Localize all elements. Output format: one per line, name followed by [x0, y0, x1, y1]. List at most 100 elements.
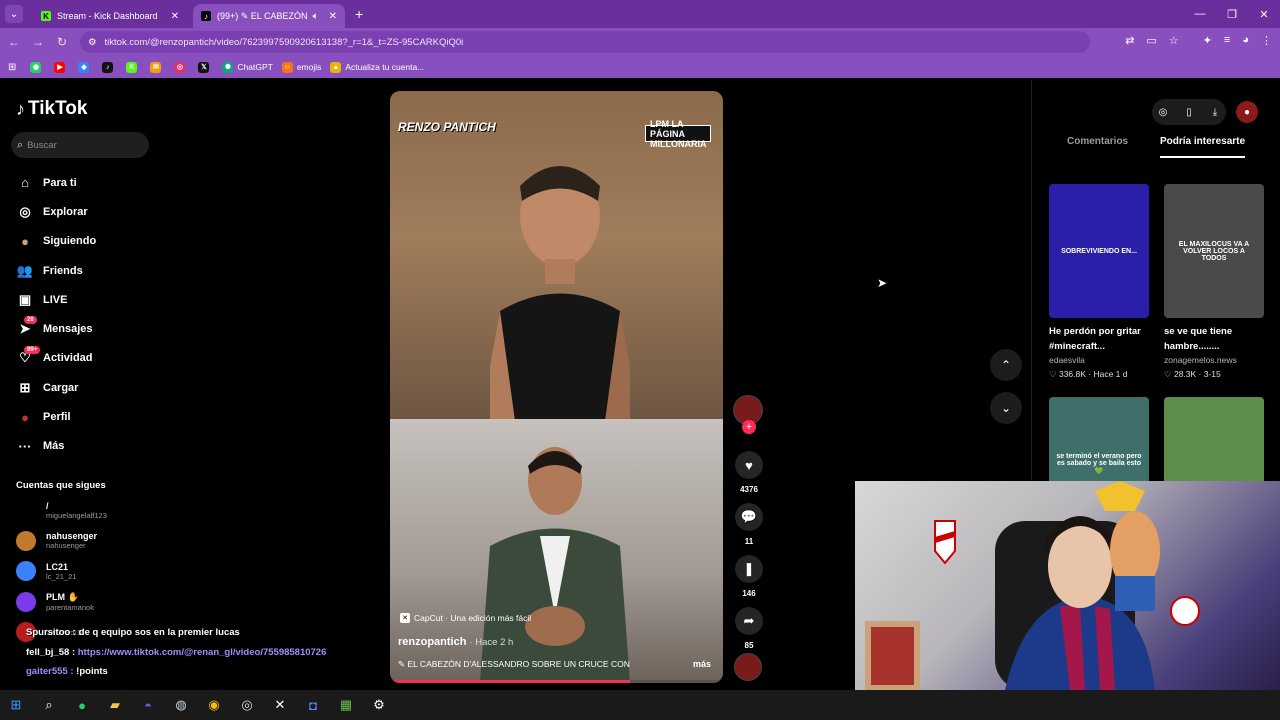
video-user: edaesvila	[1049, 355, 1085, 365]
bookmark-item[interactable]: ▶	[54, 61, 69, 73]
reload-button[interactable]: ↻	[50, 35, 74, 49]
chatgpt-icon: ✺	[222, 61, 234, 73]
sidebar-item-siguiendo[interactable]: ● Siguiendo	[16, 227, 96, 256]
user-avatar[interactable]: ●	[1236, 101, 1258, 123]
sidebar-item-mensajes[interactable]: ➤ Mensajes 26	[16, 314, 96, 343]
tiktok-logo[interactable]: ♪ TikTok	[16, 98, 87, 120]
recommended-video[interactable]: SOBREVIVIENDO EN... He perdón por gritar …	[1049, 184, 1149, 380]
comment-count: 11	[744, 537, 754, 546]
apps-icon[interactable]: ⊞	[8, 62, 16, 73]
bookmark-item[interactable]: ♪	[102, 61, 117, 73]
back-button[interactable]: ←	[2, 35, 26, 49]
recommended-video[interactable]: EL MAXILOCUS VA A VOLVER LOCOS A TODOS se…	[1164, 184, 1264, 380]
account-handle: miguelangelalf123	[46, 510, 107, 520]
star-icon[interactable]: ☆	[1169, 34, 1179, 47]
tab-comments[interactable]: Comentarios	[1040, 136, 1160, 158]
speaker-icon[interactable]: 🔈︎	[313, 11, 319, 22]
share-button[interactable]: ➦ 85	[733, 607, 765, 650]
windows-icon[interactable]: ⊞	[6, 695, 26, 715]
phone-icon[interactable]: ▯	[1178, 101, 1200, 123]
save-button[interactable]: ❚ 146	[733, 555, 765, 598]
video-player[interactable]: RENZO PANTICH LPM LA PÁGINA MILLONARIA ✕…	[390, 91, 723, 683]
video-progress-bar[interactable]	[390, 680, 723, 683]
like-button[interactable]: ♥ 4376	[733, 451, 765, 494]
discord-icon[interactable]: ◓	[138, 695, 158, 715]
chat-text: de q equipo sos en la premier lucas	[78, 627, 240, 638]
folder-icon[interactable]: ▰	[105, 695, 125, 715]
close-window-button[interactable]: ✕	[1248, 0, 1280, 28]
bookmark-item[interactable]: ◉	[30, 61, 45, 73]
search-icon[interactable]: ⌕	[39, 695, 59, 715]
bookmark-item[interactable]: 𝕏	[198, 61, 213, 73]
previous-video-button[interactable]: ⌃	[990, 349, 1022, 381]
cast-icon[interactable]: ▭	[1146, 34, 1156, 47]
close-icon[interactable]: ✕	[329, 11, 337, 22]
download-icon[interactable]: ⤓	[1204, 101, 1226, 123]
tab-search-button[interactable]: ⌄	[5, 5, 23, 23]
obs-icon[interactable]: ◎	[237, 695, 257, 715]
sidebar-item-parati[interactable]: ⌂ Para ti	[16, 168, 96, 197]
account-name: nahusenger	[46, 531, 98, 541]
profile-avatar[interactable]: ◕	[1242, 34, 1249, 47]
more-link[interactable]: más	[693, 659, 711, 669]
steam-icon[interactable]: ◍	[171, 695, 191, 715]
compass-icon[interactable]: ◎	[1152, 101, 1174, 123]
bookmark-item[interactable]: ◎	[174, 61, 189, 73]
video-thumbnail[interactable]: EL MAXILOCUS VA A VOLVER LOCOS A TODOS	[1164, 184, 1264, 318]
following-account[interactable]: nahusenger nahusenger	[16, 530, 98, 551]
chrome-icon[interactable]: ◉	[204, 695, 224, 715]
new-tab-button[interactable]: +	[355, 6, 363, 22]
sidebar-item-ms[interactable]: ··· Más	[16, 432, 96, 461]
upload-icon: ⊞	[19, 379, 31, 395]
follow-plus-icon[interactable]: +	[742, 420, 756, 434]
sidebar-item-friends[interactable]: 👥 Friends	[16, 256, 96, 285]
site-info-icon[interactable]: ⚙	[88, 37, 97, 48]
search-input[interactable]: ⌕ Buscar	[11, 132, 149, 158]
chat-message: gaiter555 : !points	[26, 662, 386, 682]
next-video-button[interactable]: ⌄	[990, 392, 1022, 424]
tab-tiktok-video[interactable]: ♪ (99+) ✎ EL CABEZÓN D' 🔈︎ ✕	[193, 4, 345, 28]
sidebar-item-cargar[interactable]: ⊞ Cargar	[16, 373, 96, 402]
video-author[interactable]: renzopantich · Hace 2 h	[398, 636, 513, 648]
spotify-icon[interactable]: ●	[72, 695, 92, 715]
chat-text[interactable]: https://www.tiktok.com/@renan_gl/video/7…	[78, 647, 327, 658]
bookmark-item[interactable]: ▲ Actualiza tu cuenta...	[330, 61, 424, 73]
sidebar-item-explorar[interactable]: ◎ Explorar	[16, 197, 96, 226]
restore-button[interactable]: ❐	[1216, 0, 1248, 28]
tab-recommended[interactable]: Podría interesarte	[1160, 136, 1246, 158]
sidebar-item-perfil[interactable]: ● Perfil	[16, 402, 96, 431]
chat-message: fell_bj_58 : https://www.tiktok.com/@ren…	[26, 643, 386, 663]
sidebar-item-live[interactable]: ▣ LIVE	[16, 285, 96, 314]
emoji-icon: ☺	[281, 61, 293, 73]
capcut-tag[interactable]: ✕ CapCut · Una edición más fácil	[400, 613, 531, 623]
sidebar-item-actividad[interactable]: ♡ Actividad 99+	[16, 344, 96, 373]
bookmark-item[interactable]: ◈	[78, 61, 93, 73]
close-icon[interactable]: ✕	[171, 11, 179, 22]
author-avatar[interactable]: +	[733, 395, 763, 434]
comment-button[interactable]: 💬 11	[733, 503, 765, 546]
video-actions: + ♥ 4376 💬 11 ❚ 146 ➦ 85	[733, 395, 765, 681]
bookmark-item[interactable]: ✉	[150, 61, 165, 73]
minecraft-icon[interactable]: ▦	[336, 695, 356, 715]
app-icon[interactable]: ◘	[303, 695, 323, 715]
capcut-icon[interactable]: ✕	[270, 695, 290, 715]
following-account[interactable]: PLM ✋ parentamanok	[16, 591, 94, 612]
bookmark-item[interactable]: ☺ emojis	[281, 61, 321, 73]
settings-icon[interactable]: ⚙	[369, 695, 389, 715]
account-name: PLM ✋	[46, 591, 79, 602]
address-bar[interactable]: ⚙ tiktok.com/@renzopantich/video/7623997…	[80, 31, 1090, 53]
menu-icon[interactable]: ⋮	[1261, 34, 1272, 47]
video-thumbnail[interactable]: SOBREVIVIENDO EN...	[1049, 184, 1149, 318]
following-account[interactable]: LC21 lc_21_21	[16, 561, 76, 581]
forward-button[interactable]: →	[26, 35, 50, 49]
minimize-button[interactable]: —	[1184, 0, 1216, 28]
translate-icon[interactable]: ⇄	[1125, 34, 1134, 47]
bookmark-item[interactable]: ✺ ChatGPT	[222, 61, 273, 73]
tab-kick-dashboard[interactable]: K Stream - Kick Dashboard ✕	[33, 4, 187, 28]
media-icon[interactable]: ≡	[1224, 34, 1230, 47]
following-account[interactable]: / miguelangelalf123	[16, 500, 107, 520]
sound-avatar[interactable]	[734, 653, 762, 681]
bookmark-item[interactable]: K	[126, 61, 141, 73]
extensions-icon[interactable]: ✦	[1203, 34, 1212, 47]
kick-icon: K	[126, 61, 138, 73]
